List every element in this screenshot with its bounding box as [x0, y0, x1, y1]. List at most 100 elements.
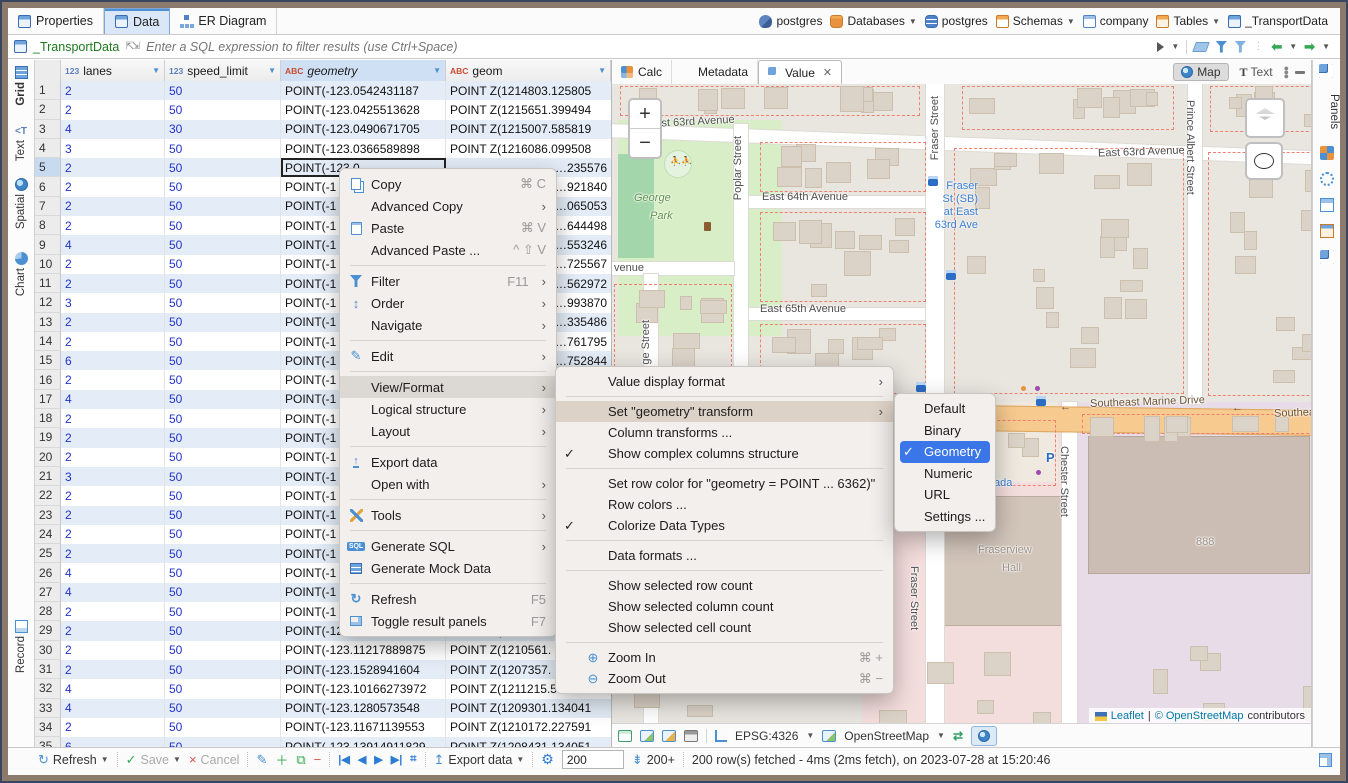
- cell-lanes[interactable]: 4: [61, 235, 165, 254]
- cell-lanes[interactable]: 4: [61, 583, 165, 602]
- cell-geometry[interactable]: POINT(-123.10166273972: [281, 679, 446, 698]
- cell-lanes[interactable]: 2: [61, 197, 165, 216]
- menu-item-set-row-color-for-geometry-point-6362[interactable]: Set row color for "geometry = POINT ... …: [556, 473, 893, 494]
- cell-speed-limit[interactable]: 30: [165, 120, 281, 139]
- row-number[interactable]: 7: [35, 197, 61, 216]
- text-view-button[interactable]: T Text: [1235, 64, 1278, 81]
- menu-item-colorize-data-types[interactable]: ✓Colorize Data Types: [556, 515, 893, 536]
- cell-geometry[interactable]: POINT(-123.0542431187: [281, 81, 446, 100]
- menu-item-binary[interactable]: Binary: [895, 420, 995, 442]
- row-number[interactable]: 31: [35, 660, 61, 679]
- menu-item-settings[interactable]: Settings ...: [895, 506, 995, 528]
- next-row-icon[interactable]: ▶: [374, 753, 382, 766]
- row-number[interactable]: 11: [35, 274, 61, 293]
- fetch-next-segment[interactable]: ⇟200+: [632, 752, 675, 768]
- tab-properties[interactable]: Properties: [8, 8, 104, 34]
- cell-geom[interactable]: POINT Z(1209301.134041: [446, 699, 611, 718]
- cell-lanes[interactable]: 2: [61, 718, 165, 737]
- row-number[interactable]: 19: [35, 428, 61, 447]
- value-panel-icon[interactable]: [1320, 172, 1334, 186]
- cell-speed-limit[interactable]: 50: [165, 563, 281, 582]
- row-number[interactable]: 1: [35, 81, 61, 100]
- column-header-geometry[interactable]: ABCgeometry▼: [281, 60, 446, 81]
- row-number[interactable]: 29: [35, 621, 61, 640]
- map-layers-control[interactable]: [1245, 98, 1285, 138]
- cell-geometry[interactable]: POINT(-123.13914911829: [281, 737, 446, 747]
- forward-icon[interactable]: ➡: [1304, 39, 1315, 55]
- menu-item-navigate[interactable]: Navigate›: [340, 314, 556, 336]
- cell-lanes[interactable]: 2: [61, 660, 165, 679]
- previous-row-icon[interactable]: ◀: [358, 753, 366, 766]
- row-number[interactable]: 25: [35, 544, 61, 563]
- cell-geometry[interactable]: POINT(-123.0425513628: [281, 100, 446, 119]
- row-number[interactable]: 9: [35, 235, 61, 254]
- cell-speed-limit[interactable]: 50: [165, 641, 281, 660]
- cell-speed-limit[interactable]: 50: [165, 428, 281, 447]
- cell-geometry[interactable]: POINT(-123.0366589898: [281, 139, 446, 158]
- cell-lanes[interactable]: 6: [61, 737, 165, 747]
- cell-speed-limit[interactable]: 50: [165, 81, 281, 100]
- cell-lanes[interactable]: 4: [61, 679, 165, 698]
- panel-tab-metadata[interactable]: Metadata: [672, 60, 758, 84]
- aggregate-panel-icon[interactable]: [1320, 224, 1334, 238]
- cell-lanes[interactable]: 4: [61, 699, 165, 718]
- save-picture-icon[interactable]: [640, 730, 654, 742]
- cell-geometry[interactable]: POINT(-123.1280573548: [281, 699, 446, 718]
- result-table-name[interactable]: _TransportData: [33, 40, 119, 54]
- row-number[interactable]: 23: [35, 506, 61, 525]
- menu-item-edit[interactable]: ✎Edit›: [340, 345, 556, 367]
- cell-geom[interactable]: POINT Z(1215651.399494: [446, 100, 611, 119]
- basemap-caret[interactable]: ▼: [937, 731, 945, 740]
- row-number[interactable]: 3: [35, 120, 61, 139]
- save-button[interactable]: ✓Save▼: [126, 752, 181, 768]
- cell-speed-limit[interactable]: 50: [165, 525, 281, 544]
- cell-speed-limit[interactable]: 50: [165, 583, 281, 602]
- save-picture-as-icon[interactable]: [662, 730, 676, 742]
- cell-lanes[interactable]: 6: [61, 351, 165, 370]
- row-number[interactable]: 33: [35, 699, 61, 718]
- clear-filter-icon[interactable]: [1193, 42, 1211, 52]
- copy-as-picture-icon[interactable]: [618, 730, 632, 742]
- tab-er-diagram[interactable]: ER Diagram: [170, 8, 277, 34]
- cell-lanes[interactable]: 2: [61, 486, 165, 505]
- presentation-tab-record[interactable]: Record: [8, 620, 34, 673]
- cell-geometry[interactable]: POINT(-123.11217889875: [281, 641, 446, 660]
- cell-speed-limit[interactable]: 50: [165, 313, 281, 332]
- cell-speed-limit[interactable]: 50: [165, 390, 281, 409]
- cell-lanes[interactable]: 2: [61, 544, 165, 563]
- first-row-icon[interactable]: |◀: [338, 753, 350, 766]
- cell-speed-limit[interactable]: 50: [165, 197, 281, 216]
- panel-tab-value[interactable]: Value✕: [758, 60, 842, 84]
- leaflet-link[interactable]: Leaflet: [1111, 710, 1144, 722]
- row-number[interactable]: 16: [35, 370, 61, 389]
- fetch-size-input[interactable]: [562, 750, 624, 769]
- row-number[interactable]: 35: [35, 737, 61, 747]
- grid-corner-cell[interactable]: [35, 60, 61, 81]
- show-on-map-button[interactable]: [971, 726, 997, 746]
- cell-speed-limit[interactable]: 50: [165, 506, 281, 525]
- menu-item-column-transforms[interactable]: Column transforms ...: [556, 422, 893, 443]
- cell-speed-limit[interactable]: 50: [165, 602, 281, 621]
- dropdown-caret[interactable]: ▼: [1212, 17, 1220, 26]
- menu-item-row-colors[interactable]: Row colors ...: [556, 494, 893, 515]
- cell-speed-limit[interactable]: 50: [165, 255, 281, 274]
- menu-item-show-selected-cell-count[interactable]: Show selected cell count: [556, 617, 893, 638]
- cell-speed-limit[interactable]: 50: [165, 699, 281, 718]
- close-tab-icon[interactable]: ✕: [823, 66, 832, 79]
- cell-speed-limit[interactable]: 50: [165, 332, 281, 351]
- row-number[interactable]: 5: [35, 158, 61, 177]
- row-number[interactable]: 14: [35, 332, 61, 351]
- column-header-geom[interactable]: ABCgeom▼: [446, 60, 611, 81]
- panel-tab-calc[interactable]: Calc: [612, 60, 672, 84]
- row-number[interactable]: 18: [35, 409, 61, 428]
- cell-geom[interactable]: POINT Z(1214803.125805: [446, 81, 611, 100]
- breadcrumb-item-postgres[interactable]: postgres: [923, 13, 990, 29]
- menu-item-filter[interactable]: FilterF11›: [340, 270, 556, 292]
- row-number[interactable]: 30: [35, 641, 61, 660]
- cell-geom[interactable]: POINT Z(1208431.134051: [446, 737, 611, 747]
- cell-lanes[interactable]: 2: [61, 621, 165, 640]
- menu-item-generate-mock-data[interactable]: Generate Mock Data: [340, 557, 556, 579]
- tab-data[interactable]: Data: [104, 8, 170, 34]
- breadcrumb-item-postgres[interactable]: postgres: [757, 13, 824, 29]
- cell-lanes[interactable]: 3: [61, 139, 165, 158]
